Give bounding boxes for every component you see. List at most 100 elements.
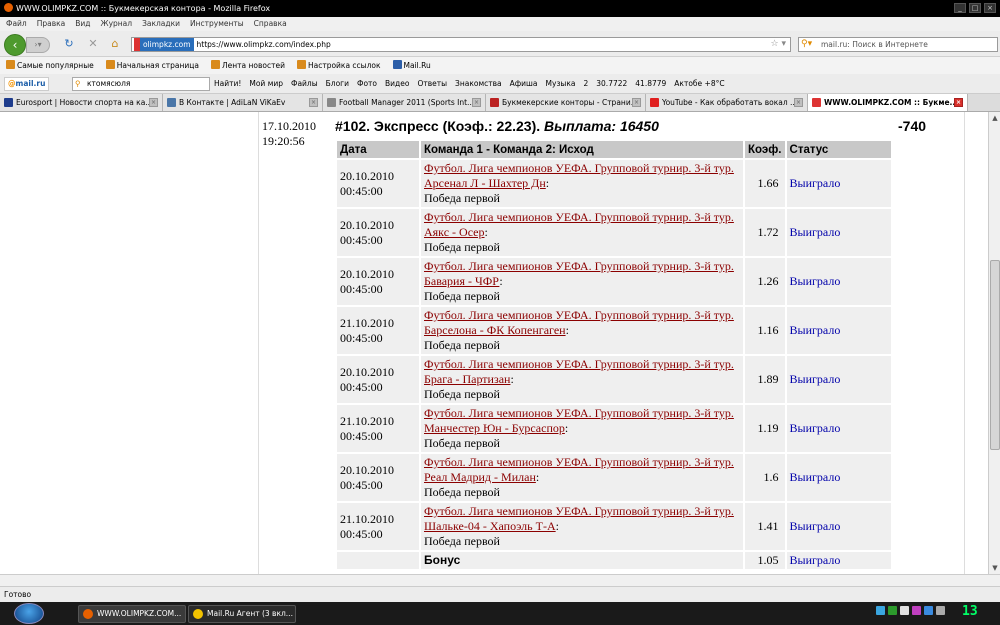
mailru-item-photo[interactable]: Фото <box>357 74 377 94</box>
event-link[interactable]: Футбол. Лига чемпионов УЕФА. Групповой т… <box>424 259 734 288</box>
row-date-value: 20.10.2010 <box>340 266 394 281</box>
search-input[interactable]: ⚲▾ mail.ru: Поиск в Интернете <box>798 37 998 52</box>
page-content: 17.10.2010 19:20:56 #102. Экспресс (Коэф… <box>0 112 988 574</box>
tab-olimpkz[interactable]: WWW.OLIMPKZ.COM :: Букме... × <box>808 94 968 111</box>
tab-bookmakers[interactable]: Букмекерские конторы - Страни... × <box>486 94 646 111</box>
menu-edit[interactable]: Правка <box>37 17 66 31</box>
forward-button[interactable]: ›▾ <box>26 37 50 53</box>
mailru-item-mymir[interactable]: Мой мир <box>249 74 283 94</box>
menu-tools[interactable]: Инструменты <box>190 17 244 31</box>
row-coef: 1.89 <box>745 356 785 403</box>
mailru-logo[interactable]: @mail.ru <box>4 77 50 91</box>
tray-icon[interactable] <box>912 606 921 615</box>
close-tab-icon[interactable]: × <box>472 98 481 107</box>
row-date-value: 21.10.2010 <box>340 315 394 330</box>
menu-view[interactable]: Вид <box>75 17 90 31</box>
event-link[interactable]: Футбол. Лига чемпионов УЕФА. Групповой т… <box>424 357 734 386</box>
vertical-scrollbar[interactable]: ▲ ▼ <box>988 112 1000 574</box>
scroll-down-icon[interactable]: ▼ <box>989 562 1000 574</box>
start-button[interactable] <box>14 603 44 624</box>
bookmark-settings[interactable]: Настройка ссылок <box>296 57 381 74</box>
mailru-item-files[interactable]: Файлы <box>291 74 318 94</box>
bookmark-star-icon[interactable]: ☆ ▾ <box>771 38 786 51</box>
close-tab-icon[interactable]: × <box>632 98 641 107</box>
row-time-value: 00:45:00 <box>340 477 383 492</box>
tab-eurosport[interactable]: Eurosport | Новости спорта на ка... × <box>0 94 163 111</box>
header-match: Команда 1 - Команда 2: Исход <box>421 141 743 158</box>
menu-file[interactable]: Файл <box>6 17 27 31</box>
firefox-icon <box>83 609 93 619</box>
scrollbar-thumb[interactable] <box>990 260 1000 450</box>
close-tab-icon[interactable]: × <box>149 98 158 107</box>
stop-icon[interactable]: ✕ <box>86 37 100 51</box>
status-bar: Готово <box>0 586 1000 602</box>
bookmarks-toolbar: Самые популярные Начальная страница Лент… <box>0 57 1000 74</box>
tray-icon[interactable] <box>900 606 909 615</box>
close-tab-icon[interactable]: × <box>309 98 318 107</box>
event-link[interactable]: Футбол. Лига чемпионов УЕФА. Групповой т… <box>424 308 734 337</box>
mailru-item-eur-rate[interactable]: 41.8779 <box>635 74 666 94</box>
maximize-button[interactable]: □ <box>969 3 981 13</box>
menu-history[interactable]: Журнал <box>101 17 133 31</box>
mailru-find-button[interactable]: Найти! <box>214 74 241 94</box>
bookmark-mailru[interactable]: Mail.Ru <box>392 57 431 74</box>
favicon-icon <box>650 98 659 107</box>
horizontal-scrollbar[interactable] <box>0 574 1000 586</box>
close-tab-icon[interactable]: × <box>794 98 803 107</box>
row-time-value: 00:45:00 <box>340 330 383 345</box>
reload-icon[interactable]: ↻ <box>62 37 76 51</box>
event-link[interactable]: Футбол. Лига чемпионов УЕФА. Групповой т… <box>424 210 734 239</box>
back-button[interactable]: ‹ <box>4 34 26 56</box>
mailru-logo-text: mail.ru <box>15 79 46 88</box>
tab-vkontakte[interactable]: В Контакте | AdiLaN ViKaEv × <box>163 94 323 111</box>
tray-icon[interactable] <box>924 606 933 615</box>
scroll-up-icon[interactable]: ▲ <box>989 112 1000 124</box>
mailru-item-music[interactable]: Музыка <box>546 74 576 94</box>
event-link[interactable]: Футбол. Лига чемпионов УЕФА. Групповой т… <box>424 406 734 435</box>
mailru-item-answers[interactable]: Ответы <box>417 74 447 94</box>
event-link[interactable]: Футбол. Лига чемпионов УЕФА. Групповой т… <box>424 504 734 533</box>
close-tab-icon[interactable]: × <box>954 98 963 107</box>
tray-icon[interactable] <box>888 606 897 615</box>
mailru-item-blogs[interactable]: Блоги <box>326 74 349 94</box>
bookmark-popular[interactable]: Самые популярные <box>6 57 94 74</box>
bet-time: 19:20:56 <box>262 134 305 148</box>
tray-icon[interactable] <box>936 606 945 615</box>
row-event: Футбол. Лига чемпионов УЕФА. Групповой т… <box>421 160 743 207</box>
mailru-search-input[interactable]: ктомясюля <box>72 77 210 91</box>
event-link[interactable]: Футбол. Лига чемпионов УЕФА. Групповой т… <box>424 161 734 190</box>
mailru-item-dating[interactable]: Знакомства <box>455 74 502 94</box>
url-bar[interactable]: olimpkz.com https://www.olimpkz.com/index… <box>131 37 791 52</box>
row-event: Футбол. Лига чемпионов УЕФА. Групповой т… <box>421 503 743 550</box>
bet-payout: Выплата: 16450 <box>544 118 659 134</box>
taskbar-item-label: WWW.OLIMPKZ.COM... <box>97 609 182 618</box>
tab-label: YouTube - Как обработать вокал ... <box>662 98 798 107</box>
event-link[interactable]: Футбол. Лига чемпионов УЕФА. Групповой т… <box>424 455 734 484</box>
mailru-item-mail-count[interactable]: 2 <box>583 74 588 94</box>
bookmark-start-page[interactable]: Начальная страница <box>105 57 199 74</box>
site-identity[interactable]: olimpkz.com <box>134 38 194 51</box>
bookmark-news-feed[interactable]: Лента новостей <box>210 57 285 74</box>
row-date: 21.10.2010 00:45:00 <box>337 405 419 452</box>
table-row: 21.10.2010 00:45:00 Футбол. Лига чемпионо… <box>337 405 891 452</box>
menu-help[interactable]: Справка <box>254 17 287 31</box>
mailru-item-weather[interactable]: Актобе +8°C <box>674 74 724 94</box>
row-coef: 1.16 <box>745 307 785 354</box>
minimize-button[interactable]: _ <box>954 3 966 13</box>
row-status: Выиграло <box>786 356 891 403</box>
tab-football-manager[interactable]: Football Manager 2011 (Sports Int... × <box>323 94 486 111</box>
menu-bookmarks[interactable]: Закладки <box>142 17 180 31</box>
row-time-value: 00:45:00 <box>340 281 383 296</box>
search-engine-icon[interactable]: ⚲▾ <box>801 39 817 50</box>
mailru-item-usd-rate[interactable]: 30.7722 <box>596 74 627 94</box>
taskbar-clock[interactable]: 13 <box>962 604 978 619</box>
mailru-item-afisha[interactable]: Афиша <box>510 74 538 94</box>
home-icon[interactable]: ⌂ <box>108 37 122 51</box>
tab-youtube[interactable]: YouTube - Как обработать вокал ... × <box>646 94 808 111</box>
mailru-item-video[interactable]: Видео <box>385 74 409 94</box>
tray-icon[interactable] <box>876 606 885 615</box>
close-window-button[interactable]: × <box>984 3 996 13</box>
bet-table: Дата Команда 1 - Команда 2: Исход Коэф. … <box>335 139 893 571</box>
taskbar-item-mailru-agent[interactable]: Mail.Ru Агент (3 вкл... <box>188 605 296 623</box>
taskbar-item-firefox[interactable]: WWW.OLIMPKZ.COM... <box>78 605 186 623</box>
